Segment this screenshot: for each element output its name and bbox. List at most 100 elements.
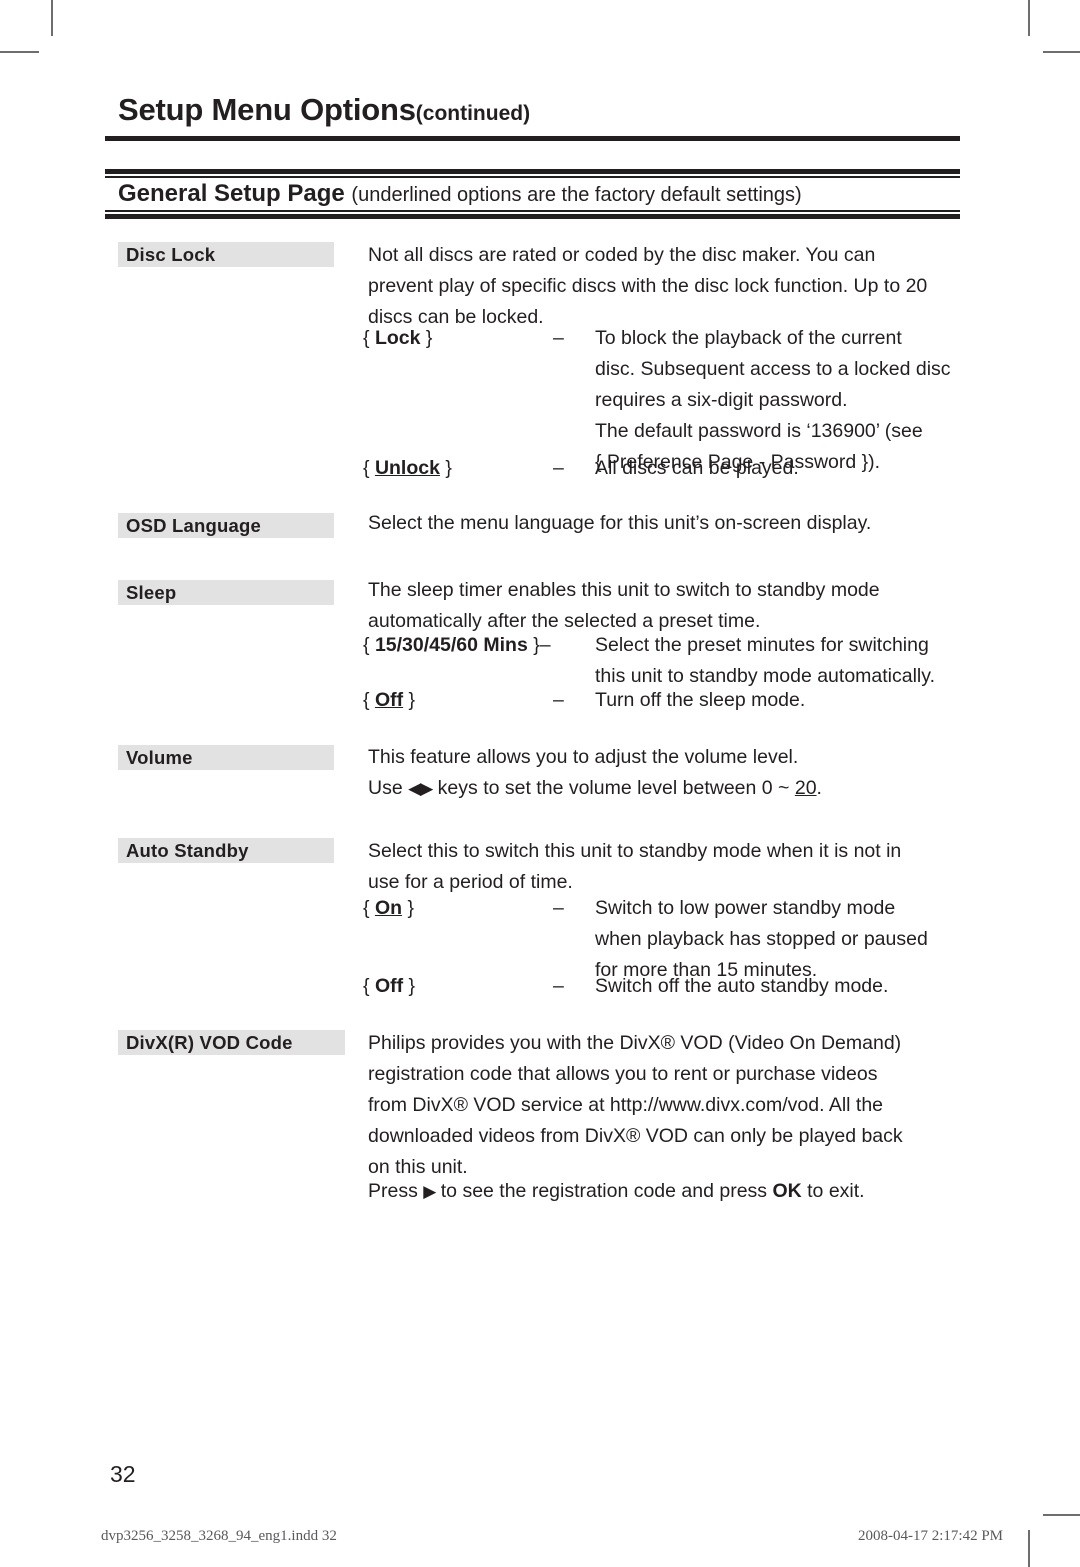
left-arrow-icon: ◀ bbox=[408, 779, 421, 798]
setting-label-text: OSD Language bbox=[126, 515, 261, 536]
option-description-sleep-off: Turn off the sleep mode. bbox=[595, 685, 805, 716]
section-heading-note: (underlined options are the factory defa… bbox=[351, 184, 802, 206]
crop-mark-bottom-right-horizontal bbox=[1043, 1514, 1080, 1516]
option-sleep-minutes: { 15/30/45/60 Mins }– bbox=[363, 630, 551, 661]
option-dash: – bbox=[553, 327, 564, 349]
description-line: Switch off the auto standby mode. bbox=[595, 975, 889, 997]
section-rule-top-thick bbox=[105, 169, 960, 174]
description-line: The default password is ‘136900’ (see bbox=[595, 420, 923, 442]
page-number: 32 bbox=[110, 1461, 136, 1487]
section-heading: General Setup Page (underlined options a… bbox=[118, 180, 802, 208]
option-sleep-off: { Off } bbox=[363, 685, 415, 716]
page-title-continued: (continued) bbox=[415, 102, 531, 125]
press-suffix: to exit. bbox=[801, 1180, 865, 1202]
option-dash: – bbox=[553, 689, 564, 711]
setting-description-auto-standby: Select this to switch this unit to stand… bbox=[368, 836, 901, 898]
paragraph-line: Philips provides you with the DivX® VOD … bbox=[368, 1032, 902, 1054]
option-dash: – bbox=[553, 457, 564, 479]
option-name: Off bbox=[374, 689, 404, 711]
option-brace-close: } bbox=[445, 457, 452, 479]
description-line: Select the preset minutes for switching bbox=[595, 634, 929, 656]
right-arrow-icon: ▶ bbox=[420, 779, 433, 798]
option-brace-open: { bbox=[363, 457, 370, 479]
description-line: disc. Subsequent access to a locked disc bbox=[595, 358, 951, 380]
option-dash: – bbox=[553, 897, 564, 919]
right-arrow-icon: ▶ bbox=[423, 1182, 436, 1201]
setting-label-text: Volume bbox=[126, 747, 193, 768]
option-description-standby-off: Switch off the auto standby mode. bbox=[595, 971, 888, 1002]
section-rule-top-thin bbox=[105, 176, 960, 178]
setting-label-sleep: Sleep bbox=[118, 580, 334, 605]
volume-suffix: . bbox=[816, 777, 822, 799]
option-name: Unlock bbox=[374, 457, 440, 479]
option-name: Off bbox=[374, 975, 404, 997]
option-brace-close: } bbox=[408, 975, 416, 997]
footer-file-name: dvp3256_3258_3268_94_eng1.indd 32 bbox=[101, 1528, 337, 1544]
crop-mark-top-left-vertical bbox=[51, 0, 53, 36]
divx-press-line: Press ▶ to see the registration code and… bbox=[368, 1176, 865, 1207]
option-brace-close: }– bbox=[533, 634, 551, 656]
section-rule-bottom-thin bbox=[105, 210, 960, 212]
option-description-sleep-minutes: Select the preset minutes for switching … bbox=[595, 630, 935, 692]
section-rule-bottom-thick bbox=[105, 214, 960, 219]
option-standby-off: { Off } bbox=[363, 971, 415, 1002]
volume-default-value: 20 bbox=[794, 777, 817, 799]
paragraph-line: The sleep timer enables this unit to swi… bbox=[368, 579, 880, 601]
paragraph-line: Not all discs are rated or coded by the … bbox=[368, 244, 876, 266]
crop-mark-top-right-vertical bbox=[1028, 0, 1030, 36]
option-name: 15/30/45/60 Mins bbox=[374, 634, 528, 656]
setting-label-auto-standby: Auto Standby bbox=[118, 838, 334, 863]
description-line: All discs can be played. bbox=[595, 457, 799, 479]
description-line: To block the playback of the current bbox=[595, 327, 902, 349]
volume-mid-text: keys to set the volume level between 0 ~ bbox=[432, 777, 795, 799]
paragraph-line: This feature allows you to adjust the vo… bbox=[368, 746, 799, 768]
crop-mark-top-right-horizontal bbox=[1043, 51, 1080, 53]
option-brace-open: { bbox=[363, 897, 370, 919]
description-line: Switch to low power standby mode bbox=[595, 897, 896, 919]
option-unlock: { Unlock } bbox=[363, 453, 452, 484]
option-brace-open: { bbox=[363, 975, 370, 997]
option-brace-open: { bbox=[363, 689, 370, 711]
option-description-unlock: All discs can be played. bbox=[595, 453, 799, 484]
option-standby-on: { On } bbox=[363, 893, 414, 924]
press-prefix: Press bbox=[368, 1180, 424, 1202]
paragraph-line: registration code that allows you to ren… bbox=[368, 1063, 878, 1085]
setting-label-osd-language: OSD Language bbox=[118, 513, 334, 538]
description-line: Turn off the sleep mode. bbox=[595, 689, 806, 711]
option-brace-open: { bbox=[363, 634, 370, 656]
option-brace-close: } bbox=[408, 689, 416, 711]
setting-label-text: Auto Standby bbox=[126, 840, 249, 861]
option-brace-close: } bbox=[407, 897, 414, 919]
description-line: requires a six-digit password. bbox=[595, 389, 848, 411]
setting-label-disc-lock: Disc Lock bbox=[118, 242, 334, 267]
press-mid-text: to see the registration code and press bbox=[435, 1180, 773, 1202]
crop-mark-bottom-right-vertical bbox=[1028, 1530, 1030, 1567]
setting-label-text: Disc Lock bbox=[126, 244, 216, 265]
option-dash: – bbox=[553, 975, 564, 997]
title-rule bbox=[105, 136, 960, 141]
setting-label-text: Sleep bbox=[126, 582, 177, 603]
option-brace-close: } bbox=[425, 327, 433, 349]
page-title: Setup Menu Options(continued) bbox=[118, 92, 530, 128]
setting-label-divx-vod-code: DivX(R) VOD Code bbox=[118, 1030, 345, 1055]
paragraph-line: Select this to switch this unit to stand… bbox=[368, 840, 902, 862]
setting-description-volume: This feature allows you to adjust the vo… bbox=[368, 742, 798, 773]
setting-label-volume: Volume bbox=[118, 745, 334, 770]
setting-description-osd-language: Select the menu language for this unit’s… bbox=[368, 508, 871, 539]
ok-key-label: OK bbox=[772, 1180, 802, 1202]
option-name: Lock bbox=[374, 327, 421, 349]
paragraph-line: from DivX® VOD service at http://www.div… bbox=[368, 1094, 884, 1116]
setting-label-text: DivX(R) VOD Code bbox=[126, 1032, 293, 1053]
setting-description-divx-vod-code: Philips provides you with the DivX® VOD … bbox=[368, 1028, 903, 1183]
section-heading-title: General Setup Page bbox=[118, 180, 345, 207]
paragraph-line: prevent play of specific discs with the … bbox=[368, 275, 928, 297]
footer-timestamp: 2008-04-17 2:17:42 PM bbox=[858, 1528, 1004, 1544]
option-name: On bbox=[374, 897, 403, 919]
setting-description-disc-lock: Not all discs are rated or coded by the … bbox=[368, 240, 927, 333]
setting-description-sleep: The sleep timer enables this unit to swi… bbox=[368, 575, 880, 637]
volume-prefix: Use bbox=[368, 777, 409, 799]
paragraph-line: downloaded videos from DivX® VOD can onl… bbox=[368, 1125, 903, 1147]
page-title-main: Setup Menu Options bbox=[118, 92, 416, 127]
option-lock: { Lock } bbox=[363, 323, 432, 354]
volume-keys-line: Use ◀▶ keys to set the volume level betw… bbox=[368, 773, 822, 804]
